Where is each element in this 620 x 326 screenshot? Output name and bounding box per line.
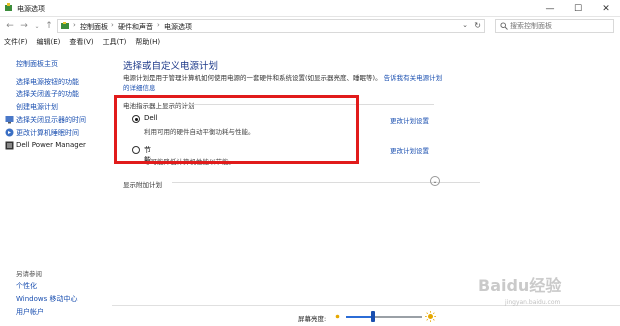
menu-edit[interactable]: 编辑(E) xyxy=(37,36,61,49)
breadcrumb-separator-icon: › xyxy=(111,21,114,29)
maximize-button[interactable]: ☐ xyxy=(564,0,592,17)
window-title: 电源选项 xyxy=(17,5,45,13)
intro-text: 电源计划是用于管理计算机如何使用电源的一套硬件和系统设置(如显示器亮度、睡眠等)… xyxy=(123,73,443,93)
breadcrumb-separator-icon: › xyxy=(73,21,76,29)
forward-arrow-icon[interactable]: → xyxy=(18,20,30,32)
search-box[interactable] xyxy=(495,19,614,33)
title-bar: 电源选项 — ☐ ✕ xyxy=(0,0,620,17)
page-title: 选择或自定义电源计划 xyxy=(123,61,219,72)
brightness-label: 屏幕亮度: xyxy=(298,315,327,323)
sidebar: 控制面板主页 选择电源按钮的功能 选择关闭盖子的功能 创建电源计划 选择关闭显示… xyxy=(0,49,112,326)
main-content: 选择或自定义电源计划 电源计划是用于管理计算机如何使用电源的一套硬件和系统设置(… xyxy=(112,49,620,305)
sleep-shield-icon xyxy=(5,128,14,137)
display-shield-icon xyxy=(5,116,14,124)
breadcrumb-separator-icon: › xyxy=(157,21,160,29)
power-options-icon xyxy=(5,3,12,11)
see-also-personalization[interactable]: 个性化 xyxy=(16,281,37,291)
control-panel-icon xyxy=(61,22,69,29)
annotation-highlight-box xyxy=(114,95,359,164)
address-dropdown-icon[interactable]: ⌄ xyxy=(462,21,468,29)
sidebar-item-power-button[interactable]: 选择电源按钮的功能 xyxy=(16,77,79,87)
brightness-slider-thumb[interactable] xyxy=(370,311,375,322)
intro-description: 电源计划是用于管理计算机如何使用电源的一套硬件和系统设置(如显示器亮度、睡眠等)… xyxy=(123,74,382,82)
sidebar-item-create-plan[interactable]: 创建电源计划 xyxy=(16,102,58,112)
menu-bar: 文件(F) 编辑(E) 查看(V) 工具(T) 帮助(H) xyxy=(0,36,620,49)
up-arrow-icon[interactable]: ↑ xyxy=(43,20,55,32)
back-arrow-icon[interactable]: ← xyxy=(4,20,16,32)
sidebar-item-display-off[interactable]: 选择关闭显示器的时间 xyxy=(16,115,86,125)
brightness-high-icon xyxy=(425,311,436,322)
recent-dropdown-icon[interactable]: ⌄ xyxy=(31,20,43,32)
see-also-mobility-center[interactable]: Windows 移动中心 xyxy=(16,294,77,304)
sidebar-item-sleep-time[interactable]: 更改计算机睡眠时间 xyxy=(16,128,79,138)
sidebar-item-dell-power-manager[interactable]: Dell Power Manager xyxy=(16,141,86,149)
expand-chevron-icon[interactable]: ⌄ xyxy=(430,176,440,186)
minimize-button[interactable]: — xyxy=(536,0,564,17)
close-button[interactable]: ✕ xyxy=(592,0,620,17)
address-bar[interactable]: › 控制面板 › 硬件和声音 › 电源选项 ⌄ ↻ xyxy=(57,19,485,33)
sidebar-item-lid-close[interactable]: 选择关闭盖子的功能 xyxy=(16,89,79,99)
menu-file[interactable]: 文件(F) xyxy=(4,36,28,49)
plan-dell-change-settings-link[interactable]: 更改计划设置 xyxy=(390,115,429,125)
breadcrumb-hardware-sound[interactable]: 硬件和声音 xyxy=(118,22,153,32)
intro-learn-more-link-cont[interactable]: 的详细信息 xyxy=(123,84,156,92)
plan-power-saver-change-settings-link[interactable]: 更改计划设置 xyxy=(390,145,429,155)
see-also-user-accounts[interactable]: 用户帐户 xyxy=(16,307,44,317)
address-row: ← → ⌄ ↑ › 控制面板 › 硬件和声音 › 电源选项 ⌄ ↻ xyxy=(0,17,620,35)
brightness-slider-fill xyxy=(346,316,373,318)
sidebar-item-home[interactable]: 控制面板主页 xyxy=(16,59,58,69)
menu-tools[interactable]: 工具(T) xyxy=(103,36,127,49)
status-bar: 屏幕亮度: xyxy=(112,305,620,326)
menu-help[interactable]: 帮助(H) xyxy=(135,36,160,49)
search-input[interactable] xyxy=(496,20,591,32)
intro-learn-more-link[interactable]: 告诉我有关电源计划 xyxy=(384,74,443,82)
search-icon xyxy=(500,22,508,30)
brightness-slider[interactable] xyxy=(346,316,422,318)
refresh-icon[interactable]: ↻ xyxy=(474,21,481,30)
baidu-watermark-url: jingyan.baidu.com xyxy=(505,299,561,306)
breadcrumb-power-options[interactable]: 电源选项 xyxy=(164,22,192,32)
show-additional-plans-label[interactable]: 显示附加计划 xyxy=(123,179,162,189)
baidu-watermark: Baidu经验 xyxy=(478,276,562,295)
see-also-heading: 另请参阅 xyxy=(16,270,42,278)
breadcrumb-control-panel[interactable]: 控制面板 xyxy=(80,22,108,32)
dell-power-manager-icon xyxy=(5,141,14,150)
brightness-low-icon xyxy=(335,314,340,319)
menu-view[interactable]: 查看(V) xyxy=(69,36,93,49)
